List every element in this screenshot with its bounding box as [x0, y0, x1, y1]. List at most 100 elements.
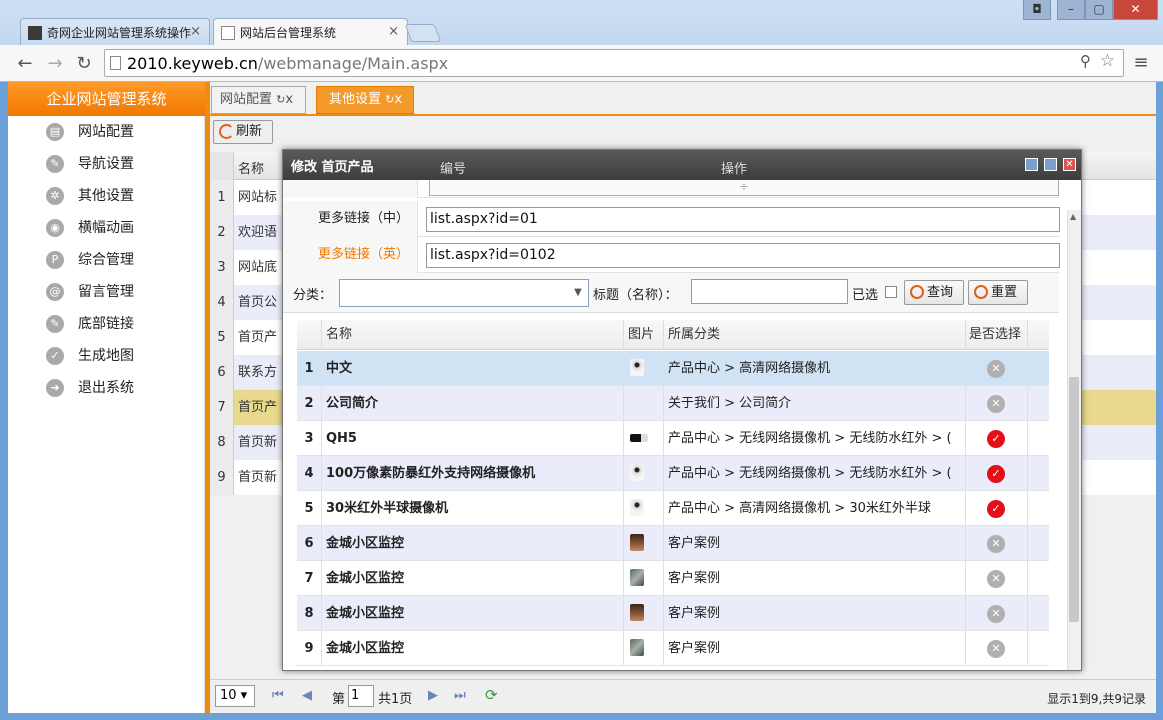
title-input[interactable] [691, 279, 848, 304]
table-row[interactable]: 1 中文 产品中心 > 高清网络摄像机 ✕ [297, 351, 1049, 386]
dialog-close-button[interactable]: ✕ [1063, 158, 1076, 171]
close-icon[interactable]: × [388, 24, 399, 39]
sidebar-item-exit[interactable]: ➜ 退出系统 [8, 372, 205, 404]
prev-page-icon[interactable]: ◀ [302, 688, 312, 703]
unchecked-icon[interactable]: ✕ [987, 605, 1005, 623]
tab-site-config[interactable]: 网站配置 ↻x [211, 86, 306, 114]
star-icon[interactable]: ☆ [1100, 51, 1115, 71]
selected-status[interactable]: ✕ [966, 561, 1028, 596]
checked-icon[interactable]: ✓ [987, 500, 1005, 518]
unchecked-icon[interactable]: ✕ [987, 570, 1005, 588]
sidebar-item-messages[interactable]: @ 留言管理 [8, 276, 205, 308]
refresh-button[interactable]: 刷新 [213, 120, 273, 144]
selected-checkbox[interactable] [885, 286, 897, 298]
table-row[interactable]: 6 金城小区监控 客户案例 ✕ [297, 526, 1049, 561]
next-page-icon[interactable]: ▶ [428, 688, 438, 703]
product-category: 产品中心 > 高清网络摄像机 > 30米红外半球 [664, 491, 966, 526]
maximize-button[interactable]: ▢ [1085, 0, 1113, 20]
minimize-button[interactable]: – [1057, 0, 1085, 20]
tab-label: 网站配置 [220, 92, 273, 107]
sidebar-item-sitemap[interactable]: ✓ 生成地图 [8, 340, 205, 372]
search-icon [910, 285, 924, 299]
table-row[interactable]: 5 30米红外半球摄像机 产品中心 > 高清网络摄像机 > 30米红外半球 ✓ [297, 491, 1049, 526]
window-close-button[interactable]: ✕ [1113, 0, 1158, 20]
close-icon[interactable]: × [190, 24, 201, 39]
selected-status[interactable]: ✕ [966, 351, 1028, 386]
dialog-minimize-button[interactable] [1025, 158, 1038, 171]
product-category: 产品中心 > 无线网络摄像机 > 无线防水红外 > ( [664, 456, 966, 491]
scrollbar-thumb[interactable] [1069, 377, 1079, 622]
row-number: 8 [297, 596, 322, 631]
bg-col-id: 编号 [440, 162, 467, 177]
row-number: 1 [297, 351, 322, 386]
table-row[interactable]: 8 金城小区监控 客户案例 ✕ [297, 596, 1049, 631]
row-number: 7 [297, 561, 322, 596]
table-row[interactable]: 4 100万像素防暴红外支持网络摄像机 产品中心 > 无线网络摄像机 > 无线防水红… [297, 456, 1049, 491]
address-bar[interactable]: 2010.keyweb.cn/webmanage/Main.aspx ⚲ ☆ [104, 49, 1124, 77]
search-button[interactable]: 查询 [904, 280, 964, 305]
back-icon[interactable]: ← [14, 53, 36, 74]
row-number: 8 [210, 425, 234, 460]
tab-label: 其他设置 [329, 92, 382, 107]
sidebar-item-label: 导航设置 [78, 156, 134, 172]
reset-button[interactable]: 重置 [968, 280, 1028, 305]
page-prefix: 第 [332, 692, 346, 707]
selected-status[interactable]: ✓ [966, 421, 1028, 456]
more-en-input[interactable]: list.aspx?id=0102 [426, 243, 1060, 268]
browser-tab-1[interactable]: 奇网企业网站管理系统操作 × [20, 18, 210, 46]
row-number: 6 [210, 355, 234, 390]
sidebar-item-other[interactable]: ✲ 其他设置 [8, 180, 205, 212]
page-number-input[interactable]: 1 [348, 685, 374, 707]
first-page-icon[interactable]: ⏮ [272, 688, 284, 703]
config-icon: ▤ [46, 123, 64, 141]
selected-status[interactable]: ✓ [966, 456, 1028, 491]
sidebar-item-banner[interactable]: ◉ 横幅动画 [8, 212, 205, 244]
reload-page-icon[interactable]: ⟳ [485, 686, 498, 704]
page-favicon-icon [221, 26, 235, 40]
product-name: QH5 [322, 421, 624, 456]
forward-icon[interactable]: → [44, 53, 66, 74]
textarea-resize-handle[interactable]: ÷ [429, 180, 1059, 196]
close-icon[interactable]: x [394, 92, 402, 107]
refresh-small-icon[interactable]: ↻ [276, 93, 285, 106]
selected-status[interactable]: ✕ [966, 526, 1028, 561]
sidebar-item-nav[interactable]: ✎ 导航设置 [8, 148, 205, 180]
user-icon[interactable]: ◘ [1023, 0, 1051, 20]
unchecked-icon[interactable]: ✕ [987, 535, 1005, 553]
unchecked-icon[interactable]: ✕ [987, 360, 1005, 378]
close-icon[interactable]: x [285, 92, 293, 107]
reload-icon[interactable]: ↻ [73, 53, 95, 74]
sidebar-item-config[interactable]: ▤ 网站配置 [8, 116, 205, 148]
checked-icon[interactable]: ✓ [987, 430, 1005, 448]
last-page-icon[interactable]: ⏭ [454, 688, 466, 703]
table-row[interactable]: 9 金城小区监控 客户案例 ✕ [297, 631, 1049, 666]
dialog-maximize-button[interactable] [1044, 158, 1057, 171]
more-cn-input[interactable]: list.aspx?id=01 [426, 207, 1060, 232]
key-icon[interactable]: ⚲ [1080, 52, 1091, 70]
sidebar-item-manage[interactable]: P 综合管理 [8, 244, 205, 276]
table-row[interactable]: 7 金城小区监控 客户案例 ✕ [297, 561, 1049, 596]
checked-icon[interactable]: ✓ [987, 465, 1005, 483]
unchecked-icon[interactable]: ✕ [987, 395, 1005, 413]
selected-status[interactable]: ✕ [966, 386, 1028, 421]
new-tab-button[interactable] [404, 24, 442, 42]
category-select[interactable]: ▼ [339, 279, 589, 307]
selected-status[interactable]: ✓ [966, 491, 1028, 526]
selected-status[interactable]: ✕ [966, 631, 1028, 666]
page-total: 共1页 [378, 692, 413, 707]
scroll-up-icon[interactable]: ▲ [1070, 212, 1076, 221]
refresh-small-icon[interactable]: ↻ [385, 93, 394, 106]
sidebar-item-links[interactable]: ✎ 底部链接 [8, 308, 205, 340]
page-size-select[interactable]: 10 ▾ [215, 685, 255, 707]
selected-status[interactable]: ✕ [966, 596, 1028, 631]
browser-tab-2[interactable]: 网站后台管理系统 × [213, 18, 408, 46]
sidebar-title: 企业网站管理系统 [8, 82, 205, 116]
table-row[interactable]: 2 公司简介 关于我们 > 公司简介 ✕ [297, 386, 1049, 421]
dialog-title: 修改 首页产品 [291, 160, 374, 175]
header-corner [210, 152, 234, 180]
tab-other-settings[interactable]: 其他设置 ↻x [316, 86, 414, 114]
unchecked-icon[interactable]: ✕ [987, 640, 1005, 658]
col-selected: 是否选择 [966, 320, 1028, 350]
menu-icon[interactable]: ≡ [1130, 52, 1152, 73]
table-row[interactable]: 3 QH5 产品中心 > 无线网络摄像机 > 无线防水红外 > (✓ [297, 421, 1049, 456]
